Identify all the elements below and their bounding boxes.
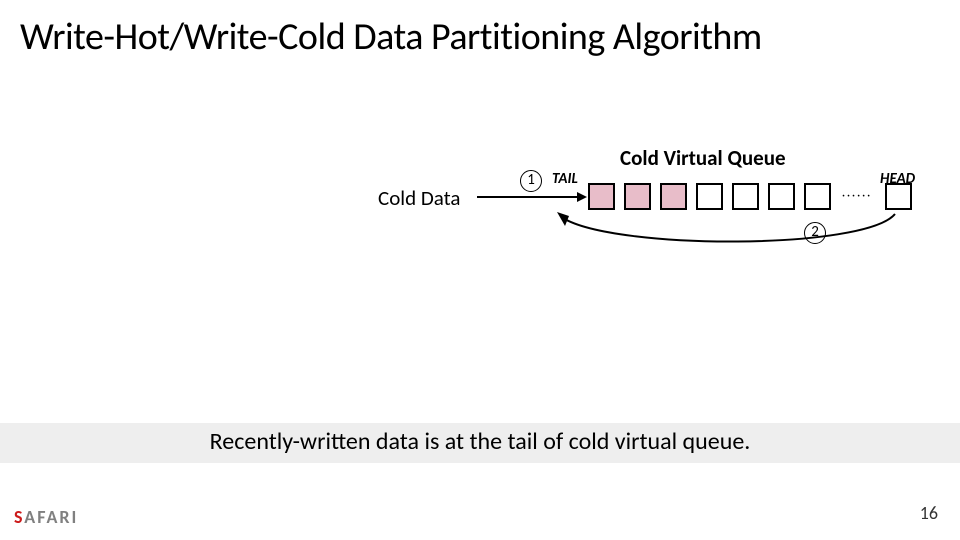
arrow-cold-data-to-tail	[477, 196, 585, 198]
slide: Write-Hot/Write-Cold Data Partitioning A…	[0, 0, 960, 540]
queue-ellipsis: ······	[840, 183, 874, 210]
queue-box	[696, 183, 723, 210]
safari-logo-rest: AFARI	[24, 506, 78, 528]
arrow-head-to-tail	[545, 210, 895, 250]
safari-logo: SAFARI	[14, 506, 78, 528]
step-1-circle: 1	[520, 170, 542, 192]
tail-label: TAIL	[552, 170, 578, 188]
queue-box	[732, 183, 759, 210]
page-number: 16	[920, 502, 938, 524]
queue-box	[804, 183, 831, 210]
slide-title: Write-Hot/Write-Cold Data Partitioning A…	[20, 14, 762, 60]
queue-box	[660, 183, 687, 210]
safari-logo-s: S	[14, 506, 24, 528]
queue-box	[768, 183, 795, 210]
queue-head-box	[885, 183, 912, 210]
cold-virtual-queue: ······	[588, 183, 912, 210]
caption-text: Recently-written data is at the tail of …	[0, 427, 960, 456]
queue-title: Cold Virtual Queue	[620, 145, 786, 171]
cold-data-label: Cold Data	[378, 185, 461, 211]
queue-box	[624, 183, 651, 210]
queue-box	[588, 183, 615, 210]
